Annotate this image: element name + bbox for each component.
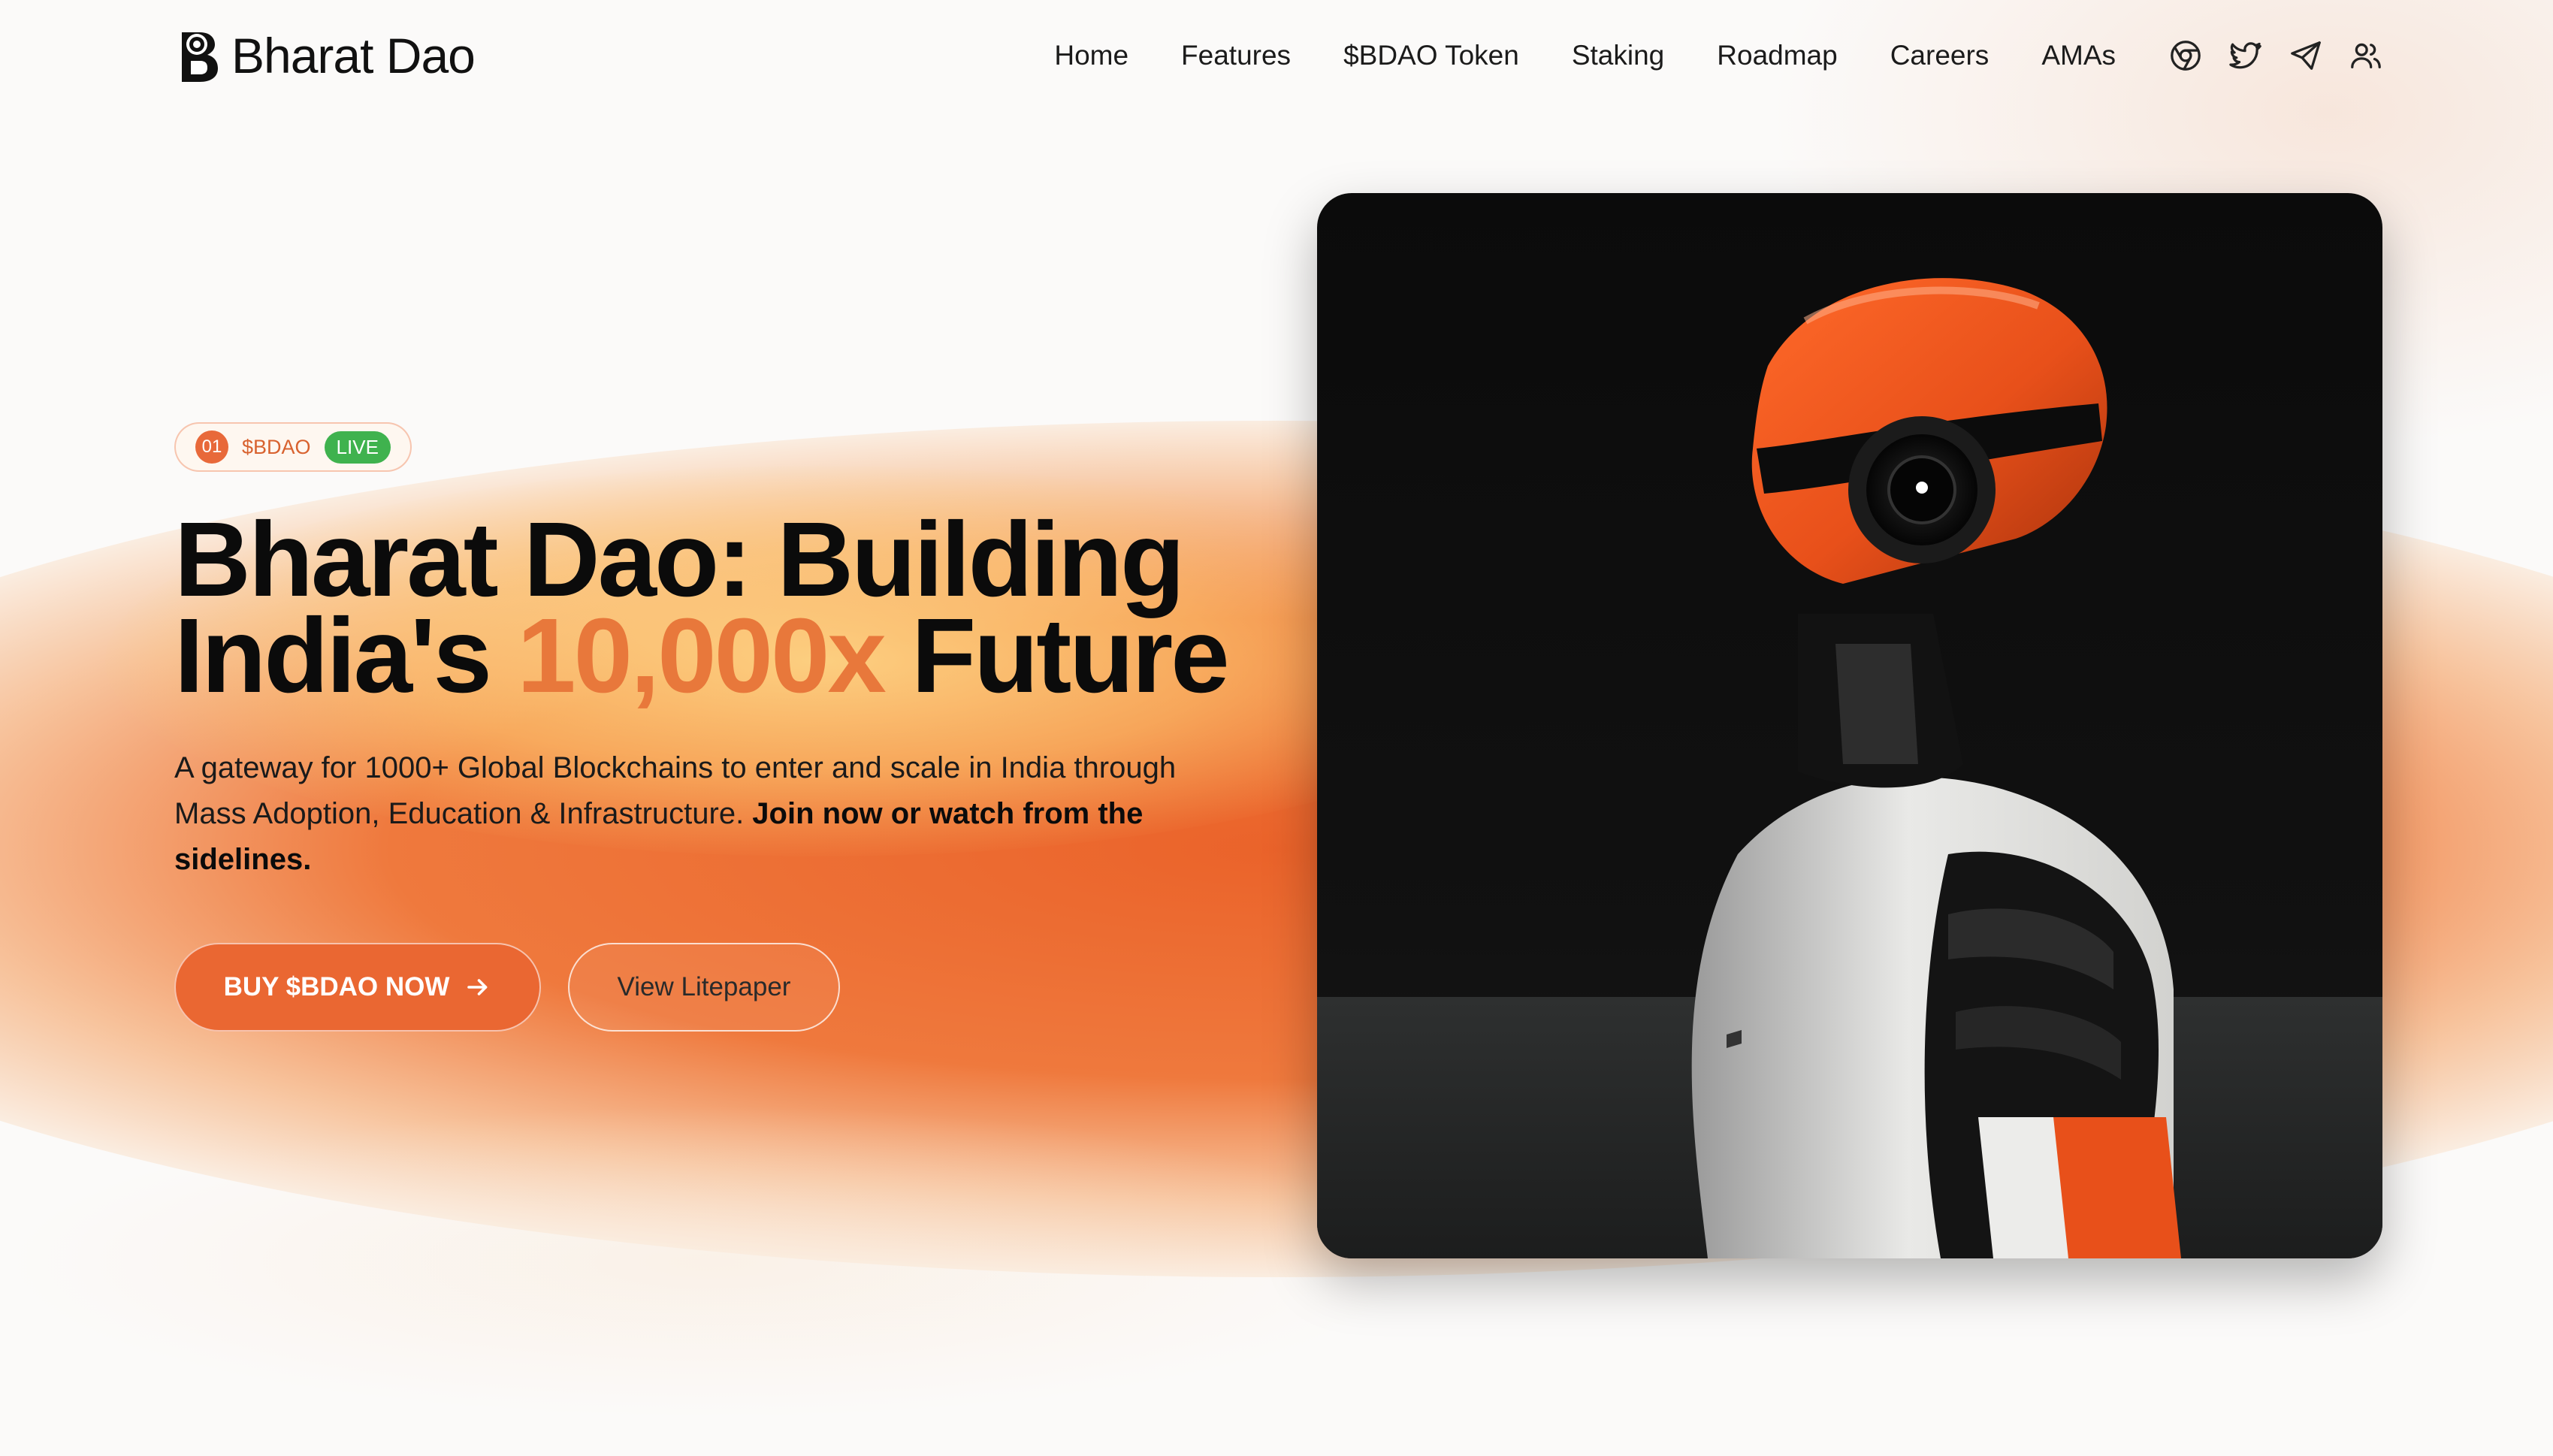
badge-token: $BDAO <box>242 435 311 458</box>
arrow-right-icon <box>464 974 491 1001</box>
nav-bdao-token[interactable]: $BDAO Token <box>1343 40 1519 71</box>
live-badge: LIVE <box>324 430 391 464</box>
headline-line-2-start: India's <box>174 596 518 714</box>
top-navigation: Bharat Dao Home Features $BDAO Token Sta… <box>174 23 2383 89</box>
hero-headline: Bharat Dao: Building India's 10,000x Fut… <box>174 506 1286 708</box>
users-icon[interactable] <box>2349 38 2383 73</box>
headline-line-2-end: Future <box>884 596 1230 714</box>
social-icons <box>2168 38 2383 73</box>
hero-section: 01 $BDAO LIVE Bharat Dao: Building India… <box>174 422 1286 1032</box>
main-menu: Home Features $BDAO Token Staking Roadma… <box>1054 38 2383 73</box>
twitter-icon[interactable] <box>2228 38 2263 73</box>
telegram-icon[interactable] <box>2289 38 2323 73</box>
brand-name: Bharat Dao <box>231 28 476 83</box>
hero-robot-image <box>1317 193 2382 1258</box>
cta-group: BUY $BDAO NOW View Litepaper <box>174 943 1286 1032</box>
nav-roadmap[interactable]: Roadmap <box>1717 40 1837 71</box>
nav-staking[interactable]: Staking <box>1572 40 1664 71</box>
token-status-badge: 01 $BDAO LIVE <box>174 422 412 472</box>
buy-bdao-button[interactable]: BUY $BDAO NOW <box>174 943 541 1032</box>
chrome-icon[interactable] <box>2168 38 2203 73</box>
nav-home[interactable]: Home <box>1054 40 1128 71</box>
nav-features[interactable]: Features <box>1181 40 1291 71</box>
badge-number: 01 <box>195 430 228 464</box>
buy-bdao-label: BUY $BDAO NOW <box>223 972 450 1001</box>
headline-accent: 10,000x <box>517 596 887 714</box>
bharat-dao-logo-icon <box>174 28 219 83</box>
nav-careers[interactable]: Careers <box>1890 40 1990 71</box>
view-litepaper-button[interactable]: View Litepaper <box>568 943 840 1032</box>
hero-subtext: A gateway for 1000+ Global Blockchains t… <box>174 745 1249 883</box>
nav-amas[interactable]: AMAs <box>2041 40 2116 71</box>
brand[interactable]: Bharat Dao <box>174 27 476 84</box>
